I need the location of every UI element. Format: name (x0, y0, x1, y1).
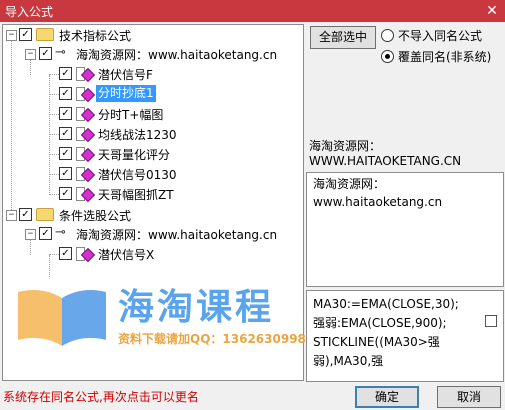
group2-checkbox[interactable]: ✓ (19, 208, 32, 221)
key-icon: ⊸ (55, 45, 66, 60)
item-checkbox[interactable]: ✓ (59, 167, 72, 180)
source2-checkbox[interactable]: ✓ (39, 227, 52, 240)
tree-item[interactable]: ✓ 潜伏信号X (3, 245, 299, 263)
item-checkbox[interactable]: ✓ (59, 107, 72, 120)
group1-label: 技术指标公式 (59, 29, 132, 43)
tree-item[interactable]: ✓ 分时T+幅图 (3, 105, 299, 123)
item-label: 均线战法1230 (98, 128, 177, 142)
tree-node-group2[interactable]: − ✓ 条件选股公式 (3, 206, 299, 224)
item-checkbox[interactable]: ✓ (59, 67, 72, 80)
tree-item[interactable]: ✓ 潜伏信号F (3, 65, 299, 83)
formula-tree[interactable]: − ✓ 技术指标公式 − ✓ ⊸ 海淘资源网：www.haitaoketang.… (2, 24, 304, 381)
collapse-toggle[interactable]: − (6, 30, 17, 41)
group1-checkbox[interactable]: ✓ (19, 28, 32, 41)
code-line: MA30:=EMA(CLOSE,30); (313, 297, 459, 311)
tree-node-group1[interactable]: − ✓ 技术指标公式 (3, 26, 299, 44)
no-import-radio[interactable] (381, 29, 394, 42)
item-checkbox[interactable]: ✓ (59, 187, 72, 200)
folder-icon (36, 208, 54, 221)
key-icon: ⊸ (55, 225, 66, 240)
source-line1: 海淘资源网： (309, 139, 382, 153)
tree-item[interactable]: ✓ 分时抄底1 (3, 85, 299, 103)
title-bar: 导入公式 ✕ (0, 0, 505, 22)
folder-icon (36, 28, 54, 41)
desc-line1: 海淘资源网： (313, 177, 386, 191)
source-line2: WWW.HAITAOKETANG.CN (309, 154, 462, 168)
item-checkbox[interactable]: ✓ (59, 247, 72, 260)
overwrite-radio[interactable] (381, 50, 394, 63)
ok-button[interactable]: 确定 (355, 386, 419, 408)
item-checkbox[interactable]: ✓ (59, 147, 72, 160)
select-all-button[interactable]: 全部选中 (310, 26, 376, 49)
source1-checkbox[interactable]: ✓ (39, 47, 52, 60)
item-label: 天哥幅图抓ZT (98, 188, 174, 202)
item-label: 分时T+幅图 (98, 108, 164, 122)
collapse-toggle[interactable]: − (25, 49, 36, 60)
code-panel: MA30:=EMA(CLOSE,30); 强弱:EMA(CLOSE,900); … (306, 290, 504, 382)
no-import-label: 不导入同名公式 (398, 29, 483, 43)
cancel-button[interactable]: 取消 (437, 386, 501, 408)
tree-item[interactable]: ✓ 潜伏信号0130 (3, 165, 299, 183)
tree-item[interactable]: ✓ 天哥幅图抓ZT (3, 185, 299, 203)
item-label: 潜伏信号F (98, 68, 153, 82)
item-label: 潜伏信号X (98, 248, 155, 262)
window-title: 导入公式 (5, 5, 54, 19)
source2-label: 海淘资源网：www.haitaoketang.cn (76, 228, 278, 242)
description-panel: 海淘资源网： www.haitaoketang.cn (306, 172, 504, 287)
tree-node-source1[interactable]: − ✓ ⊸ 海淘资源网：www.haitaoketang.cn (3, 45, 299, 63)
item-checkbox[interactable]: ✓ (59, 127, 72, 140)
item-label: 天哥量化评分 (98, 148, 171, 162)
tree-node-source2[interactable]: − ✓ ⊸ 海淘资源网：www.haitaoketang.cn (3, 225, 299, 243)
code-line: 强弱:EMA(CLOSE,900); (313, 316, 447, 330)
code-checkbox[interactable] (485, 315, 497, 327)
status-message: 系统存在同名公式,再次点击可以更名 (3, 390, 199, 404)
close-button[interactable]: ✕ (483, 2, 501, 20)
item-label: 潜伏信号0130 (98, 168, 177, 182)
tree-item[interactable]: ✓ 天哥量化评分 (3, 145, 299, 163)
collapse-toggle[interactable]: − (25, 229, 36, 240)
source1-label: 海淘资源网：www.haitaoketang.cn (76, 48, 278, 62)
code-line: 弱),MA30,强 (313, 354, 384, 368)
overwrite-label: 覆盖同名(非系统) (398, 50, 492, 64)
group2-label: 条件选股公式 (59, 209, 132, 223)
item-label-selected: 分时抄底1 (96, 85, 156, 102)
desc-line2: www.haitaoketang.cn (313, 195, 443, 209)
collapse-toggle[interactable]: − (6, 210, 17, 221)
tree-item[interactable]: ✓ 均线战法1230 (3, 125, 299, 143)
code-line: STICKLINE((MA30>强 (313, 335, 440, 349)
item-checkbox[interactable]: ✓ (59, 87, 72, 100)
